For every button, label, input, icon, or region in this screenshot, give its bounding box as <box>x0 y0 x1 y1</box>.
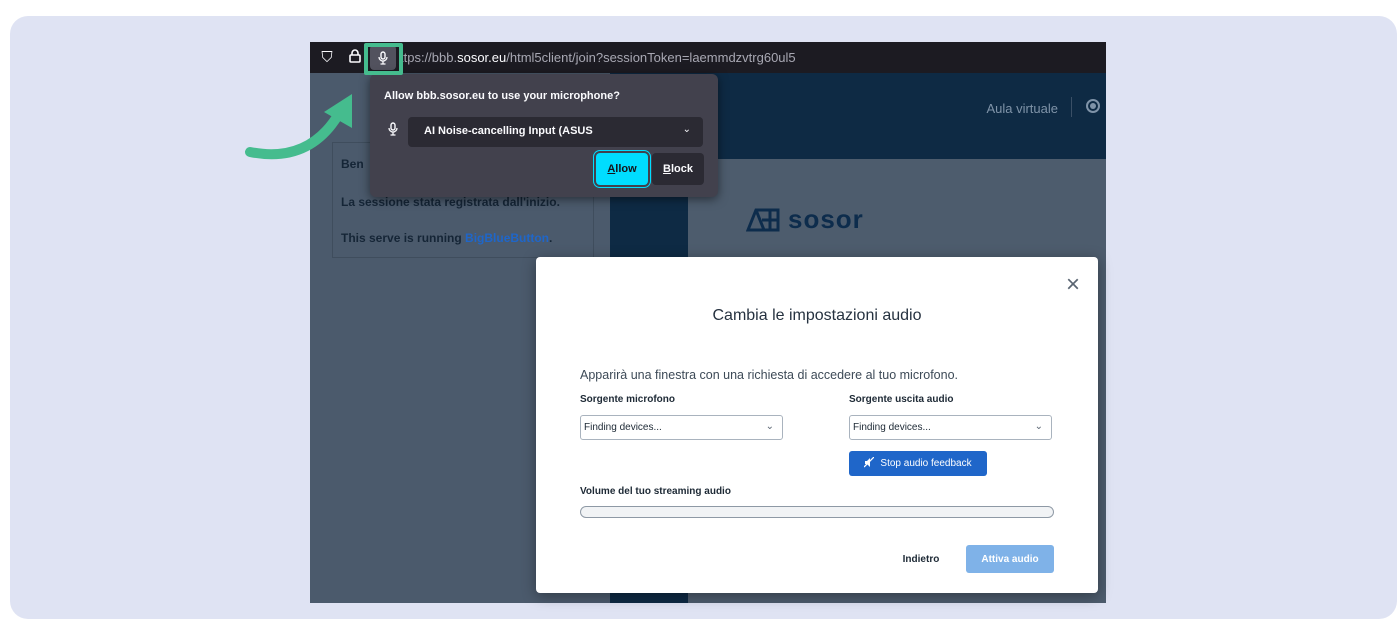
record-icon[interactable] <box>1086 99 1100 113</box>
audio-settings-modal: × Cambia le impostazioni audio Apparirà … <box>536 257 1098 593</box>
header-divider <box>1071 97 1072 117</box>
url-text[interactable]: ttps://bbb.sosor.eu/html5client/join?ses… <box>400 50 796 65</box>
chevron-down-icon: ⌄ <box>682 124 691 135</box>
recording-notice: La sessione stata registrata dall'inizio… <box>341 195 560 209</box>
lock-icon[interactable] <box>348 48 362 67</box>
speaker-mute-icon <box>863 456 875 471</box>
chevron-down-icon: ⌄ <box>1034 421 1043 432</box>
microphone-icon <box>388 122 398 139</box>
modal-title: Cambia le impostazioni audio <box>712 307 922 324</box>
microphone-permission-popup: Allow bbb.sosor.eu to use your microphon… <box>370 74 718 197</box>
mic-source-label: Sorgente microfono <box>580 394 676 405</box>
mic-source-select[interactable]: Finding devices... ⌄ <box>580 415 783 440</box>
pointer-arrow-icon <box>245 94 352 160</box>
modal-description: Apparirà una finestra con una richiesta … <box>580 368 958 382</box>
microphone-device-select[interactable]: AI Noise-cancelling Input (ASUS ⌄ <box>408 117 703 147</box>
volume-label: Volume del tuo streaming audio <box>580 486 731 497</box>
shield-icon[interactable]: ⛉ <box>320 49 334 66</box>
back-button[interactable]: Indietro <box>891 545 951 573</box>
server-notice: This serve is running BigBlueButton. <box>341 231 553 245</box>
device-value: AI Noise-cancelling Input (ASUS <box>424 125 593 137</box>
allow-button[interactable]: Allow <box>596 153 648 185</box>
volume-meter <box>580 506 1054 518</box>
logo-icon <box>746 208 780 231</box>
bigbluebutton-link[interactable]: BigBlueButton <box>465 231 549 245</box>
output-source-label: Sorgente uscita audio <box>849 394 954 405</box>
microphone-highlight-box <box>364 43 403 75</box>
chevron-down-icon: ⌄ <box>765 421 774 432</box>
url-bar[interactable]: ⛉ ttps://bbb.sosor.eu/html5client/join?s… <box>310 42 1106 73</box>
sosor-logo: sosor <box>746 204 864 235</box>
close-icon[interactable]: × <box>1066 273 1080 297</box>
page-title: Aula virtuale <box>986 101 1058 116</box>
permission-title: Allow bbb.sosor.eu to use your microphon… <box>384 90 620 102</box>
block-button[interactable]: Block <box>652 153 704 185</box>
stop-audio-feedback-button[interactable]: Stop audio feedback <box>849 451 987 476</box>
output-source-select[interactable]: Finding devices... ⌄ <box>849 415 1052 440</box>
activate-audio-button[interactable]: Attiva audio <box>966 545 1054 573</box>
